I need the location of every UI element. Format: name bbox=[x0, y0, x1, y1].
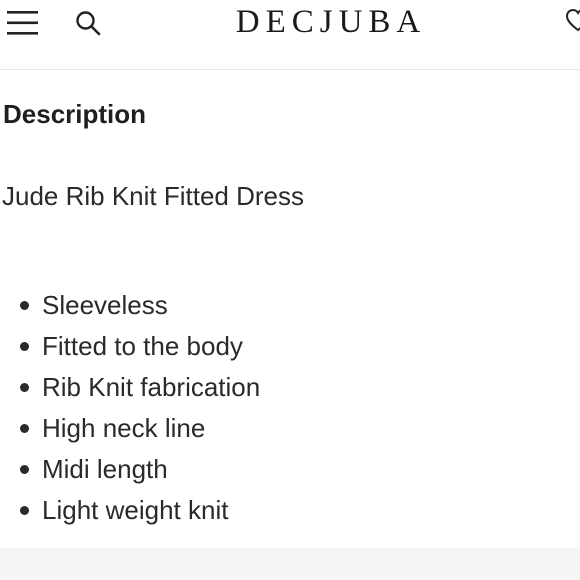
bullet-icon bbox=[20, 424, 29, 433]
product-name: Jude Rib Knit Fitted Dress bbox=[2, 181, 305, 211]
heart-icon[interactable] bbox=[566, 8, 580, 34]
feature-text: Sleeveless bbox=[42, 290, 168, 320]
bullet-icon bbox=[20, 465, 29, 474]
list-item: Midi length bbox=[0, 451, 260, 492]
search-icon[interactable] bbox=[75, 10, 101, 36]
bullet-icon bbox=[20, 506, 29, 515]
feature-text: Fitted to the body bbox=[42, 331, 243, 361]
list-item: Light weight knit bbox=[0, 492, 260, 533]
bullet-icon bbox=[20, 342, 29, 351]
list-item: Fitted to the body bbox=[0, 328, 260, 369]
feature-text: Midi length bbox=[42, 454, 168, 484]
feature-text: Light weight knit bbox=[42, 495, 229, 525]
list-item: Rib Knit fabrication bbox=[0, 369, 260, 410]
brand-logo[interactable]: DECJUBA bbox=[180, 4, 482, 40]
feature-text: High neck line bbox=[42, 413, 206, 443]
feature-list: Sleeveless Fitted to the body Rib Knit f… bbox=[0, 287, 260, 533]
list-item: High neck line bbox=[0, 410, 260, 451]
hamburger-menu-icon[interactable] bbox=[7, 8, 39, 38]
description-heading: Description bbox=[3, 99, 147, 129]
bottom-fade-overlay bbox=[0, 548, 580, 580]
list-item: Sleeveless bbox=[0, 287, 260, 328]
bullet-icon bbox=[20, 383, 29, 392]
site-header: DECJUBA bbox=[0, 0, 580, 70]
feature-text: Rib Knit fabrication bbox=[42, 372, 261, 402]
bullet-icon bbox=[20, 301, 29, 310]
